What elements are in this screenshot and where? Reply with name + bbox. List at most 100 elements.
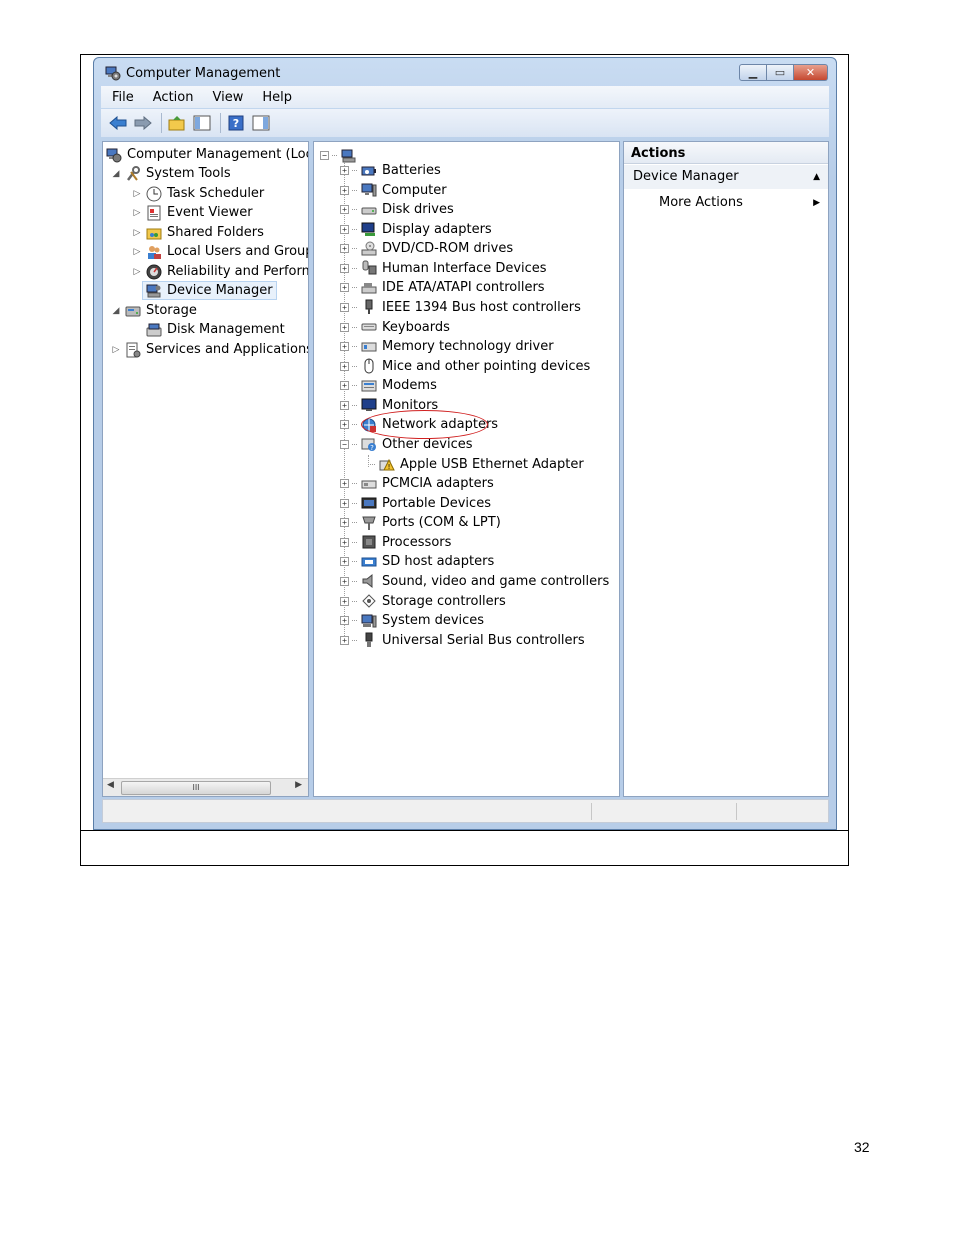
expand-box-icon[interactable]: + [340, 224, 349, 234]
tree-item-root[interactable]: Computer Management (Local [106, 145, 309, 164]
actions-section-device-manager[interactable]: Device Manager ▲ [624, 165, 828, 189]
device-category-memory-technology-driver[interactable]: + Memory technology driver [340, 337, 554, 356]
expand-box-icon[interactable]: + [340, 479, 349, 489]
expand-box-icon[interactable]: + [340, 166, 349, 175]
console-tree-pane[interactable]: Computer Management (Local ◢ System Tool… [102, 141, 309, 797]
tree-item-services[interactable]: ▷ Services and Applications [111, 340, 308, 359]
storage-controller-icon [362, 594, 376, 608]
collapse-triangle-icon[interactable]: ◢ [111, 169, 121, 179]
expand-box-icon[interactable]: + [340, 302, 349, 312]
device-category-portable-devices[interactable]: + Portable Devices [340, 494, 491, 513]
device-category-modems[interactable]: + Modems [340, 376, 437, 395]
device-category-sd-host-adapters[interactable]: + SD host adapters [340, 552, 494, 571]
device-category-usb-controllers[interactable]: + Universal Serial Bus controllers [340, 631, 585, 650]
menu-view[interactable]: View [201, 90, 251, 105]
device-category-pcmcia-adapters[interactable]: + PCMCIA adapters [340, 474, 494, 493]
up-one-level-button[interactable] [166, 112, 188, 134]
expand-triangle-icon[interactable]: ▷ [132, 267, 142, 277]
tree-item-local-users[interactable]: ▷ Local Users and Groups [132, 242, 308, 261]
device-category-dvd-cdrom-drives[interactable]: + DVD/CD-ROM drives [340, 239, 513, 258]
tree-item-device-manager[interactable]: Device Manager [142, 281, 277, 300]
maximize-icon: ▭ [774, 66, 786, 79]
device-category-ide-atapi-controllers[interactable]: + IDE ATA/ATAPI controllers [340, 278, 545, 297]
services-icon [126, 342, 141, 357]
tree-label-root: Computer Management (Local [127, 147, 309, 162]
minimize-button[interactable]: ▁ [739, 64, 767, 81]
expand-box-icon[interactable]: + [340, 635, 349, 645]
device-list-pane[interactable]: − + Batteries + Computer + Disk drives + Displa… [313, 141, 620, 797]
expand-box-icon[interactable]: + [340, 420, 349, 430]
show-hide-action-pane-button[interactable] [250, 112, 272, 134]
expand-box-icon[interactable]: + [340, 576, 349, 586]
device-category-display-adapters[interactable]: + Display adapters [340, 220, 492, 239]
device-category-sound-video-game-controllers[interactable]: + Sound, video and game controllers [340, 572, 609, 591]
back-button[interactable] [107, 112, 129, 134]
expand-box-icon[interactable]: + [340, 263, 349, 273]
tree-item-system-tools[interactable]: ◢ System Tools [111, 164, 231, 183]
scrollbar-thumb[interactable]: III [121, 781, 271, 795]
help-button[interactable]: ? [225, 112, 247, 134]
tree-item-task-scheduler[interactable]: ▷ Task Scheduler [132, 184, 264, 203]
expand-box-icon[interactable]: + [340, 596, 349, 606]
maximize-button[interactable]: ▭ [767, 64, 794, 81]
computer-management-window: Computer Management ▁ ▭ ✕ File Action Vi… [93, 57, 837, 830]
expand-box-icon[interactable]: + [340, 205, 349, 215]
device-category-mice[interactable]: + Mice and other pointing devices [340, 357, 590, 376]
close-button[interactable]: ✕ [794, 64, 828, 81]
expand-box-icon[interactable]: + [340, 342, 349, 352]
expand-box-icon[interactable]: + [340, 322, 349, 332]
device-category-ports[interactable]: + Ports (COM & LPT) [340, 513, 501, 532]
show-hide-tree-button[interactable] [191, 112, 213, 134]
collapse-triangle-icon[interactable]: ◢ [111, 306, 121, 316]
menu-action[interactable]: Action [142, 90, 202, 105]
tree-item-disk-management[interactable]: Disk Management [146, 320, 285, 339]
collapse-box-icon[interactable]: − [340, 439, 349, 449]
device-category-batteries[interactable]: + Batteries [340, 161, 441, 180]
tree-item-reliability[interactable]: ▷ Reliability and Performa [132, 262, 308, 281]
device-category-keyboards[interactable]: + Keyboards [340, 318, 450, 337]
expand-triangle-icon[interactable]: ▷ [132, 228, 142, 238]
expand-box-icon[interactable]: + [340, 185, 349, 195]
menu-help[interactable]: Help [251, 90, 300, 105]
expand-box-icon[interactable]: + [340, 361, 349, 371]
device-category-apple-usb-ethernet-adapter[interactable]: ! Apple USB Ethernet Adapter [370, 455, 584, 474]
collapse-up-arrow-icon[interactable]: ▲ [813, 165, 820, 189]
device-category-storage-controllers[interactable]: + Storage controllers [340, 592, 506, 611]
device-category-ieee1394-controllers[interactable]: + IEEE 1394 Bus host controllers [340, 298, 581, 317]
expand-box-icon[interactable]: + [340, 244, 349, 254]
expand-box-icon[interactable]: + [340, 616, 349, 626]
tree-connector [352, 306, 357, 308]
forward-button[interactable] [132, 112, 154, 134]
expand-box-icon[interactable]: + [340, 498, 349, 508]
expand-box-icon[interactable]: + [340, 557, 349, 567]
device-category-system-devices[interactable]: + System devices [340, 611, 484, 630]
scroll-right-arrow-icon[interactable]: ▶ [295, 780, 302, 790]
device-category-disk-drives[interactable]: + Disk drives [340, 200, 454, 219]
expand-box-icon[interactable]: + [340, 537, 349, 547]
device-manager-icon [146, 284, 161, 297]
expand-triangle-icon[interactable]: ▷ [111, 345, 121, 355]
device-category-human-interface-devices[interactable]: + Human Interface Devices [340, 259, 547, 278]
collapse-box-icon[interactable]: − [320, 151, 329, 160]
horizontal-scrollbar[interactable]: ◀ III ▶ [103, 778, 308, 796]
device-category-processors[interactable]: + Processors [340, 533, 451, 552]
tree-item-storage[interactable]: ◢ Storage [111, 301, 197, 320]
selected-item-highlight: Device Manager [142, 281, 277, 300]
more-actions-item[interactable]: More Actions ▶ [624, 192, 828, 214]
expand-triangle-icon[interactable]: ▷ [132, 208, 142, 218]
expand-triangle-icon[interactable]: ▷ [132, 247, 142, 257]
scroll-left-arrow-icon[interactable]: ◀ [107, 780, 114, 790]
expand-triangle-icon[interactable]: ▷ [132, 189, 142, 199]
expand-box-icon[interactable]: + [340, 400, 349, 410]
expand-box-icon[interactable]: + [340, 518, 349, 528]
tree-connector [352, 404, 357, 406]
tree-connector [352, 424, 357, 426]
expand-box-icon[interactable]: + [340, 381, 349, 391]
tree-item-shared-folders[interactable]: ▷ Shared Folders [132, 223, 264, 242]
title-bar[interactable]: Computer Management ▁ ▭ ✕ [94, 58, 836, 88]
expand-box-icon[interactable]: + [340, 283, 349, 293]
device-category-computer[interactable]: + Computer [340, 181, 447, 200]
actions-section-label: Device Manager [633, 169, 739, 184]
menu-file[interactable]: File [101, 90, 142, 105]
tree-item-event-viewer[interactable]: ▷ Event Viewer [132, 203, 253, 222]
